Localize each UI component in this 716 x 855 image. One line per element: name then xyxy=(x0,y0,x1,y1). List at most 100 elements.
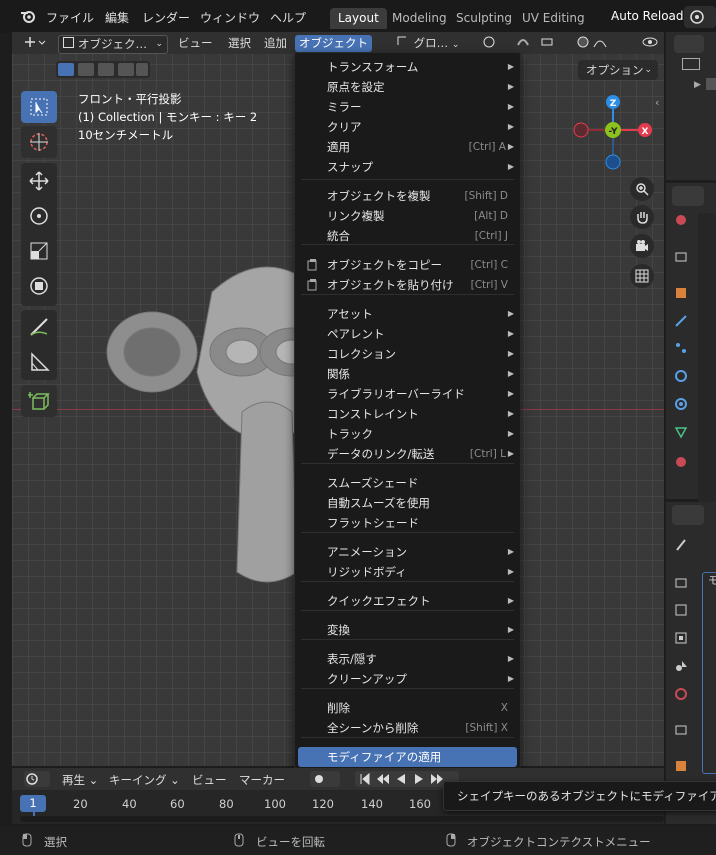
playback-menu[interactable]: 再生 ⌄ xyxy=(62,772,98,788)
auto-reload-label[interactable]: Auto Reload xyxy=(611,9,684,23)
properties-editor-type-lower[interactable] xyxy=(672,505,704,525)
view-layer-icon[interactable] xyxy=(671,628,691,648)
tool-rotate[interactable] xyxy=(21,200,57,232)
menu-render[interactable]: レンダー xyxy=(142,9,190,26)
tool-scale[interactable] xyxy=(21,235,57,267)
menu-item[interactable]: トラック ▶ xyxy=(295,424,520,444)
options-dropdown[interactable]: オプション ⌄ xyxy=(578,60,658,80)
menu-item[interactable]: リンク複製 [Alt] D xyxy=(295,206,520,226)
menu-item[interactable]: 全シーンから削除 [Shift] X xyxy=(295,718,520,738)
timeline-editor-type[interactable] xyxy=(24,771,50,787)
tool-measure[interactable] xyxy=(21,346,57,378)
menu-item[interactable]: リジッドボディ ▶ xyxy=(295,562,520,582)
menu-item[interactable]: 自動スムーズを使用 xyxy=(295,493,520,513)
material-icon[interactable] xyxy=(671,452,691,472)
tool-annotate[interactable] xyxy=(21,311,57,343)
timeline-scrollbar[interactable] xyxy=(20,816,664,822)
menu-view[interactable]: ビュー xyxy=(174,35,217,52)
render-icon[interactable] xyxy=(671,572,691,592)
output-properties-icon[interactable] xyxy=(671,247,691,267)
select-subtract-icon[interactable] xyxy=(98,63,114,76)
menu-item[interactable]: オブジェクトを複製 [Shift] D xyxy=(295,186,520,206)
menu-item[interactable]: 削除 X xyxy=(295,698,520,718)
menu-item[interactable]: トランスフォーム ▶ xyxy=(295,57,520,77)
menu-object[interactable]: オブジェクト xyxy=(295,35,372,52)
select-invert-icon[interactable] xyxy=(118,63,134,76)
outliner-editor-type[interactable] xyxy=(674,35,704,53)
select-extend-icon[interactable] xyxy=(78,63,94,76)
tab-sculpting[interactable]: Sculpting xyxy=(448,8,520,29)
menu-item[interactable]: 変換 ▶ xyxy=(295,620,520,640)
ortho-toggle-button[interactable] xyxy=(630,264,654,288)
menu-item[interactable]: ライブラリオーバーライド ▶ xyxy=(295,384,520,404)
pan-view-button[interactable] xyxy=(630,205,654,229)
menu-item[interactable]: ペアレント ▶ xyxy=(295,324,520,344)
menu-select[interactable]: 選択 xyxy=(224,35,255,52)
physics-icon[interactable] xyxy=(671,366,691,386)
menu-file[interactable]: ファイル xyxy=(46,9,94,26)
tool-transform[interactable] xyxy=(21,270,57,302)
tool-move[interactable] xyxy=(21,165,57,197)
tool-settings-icon[interactable] xyxy=(671,535,691,555)
world-icon[interactable] xyxy=(671,684,691,704)
visibility-icon[interactable] xyxy=(638,35,670,52)
menu-add[interactable]: 追加 xyxy=(260,35,291,52)
scene-props-icon[interactable] xyxy=(671,656,691,676)
menu-item[interactable]: クリア ▶ xyxy=(295,117,520,137)
auto-keying-toggle[interactable] xyxy=(310,771,340,787)
menu-item[interactable]: クリーンアップ ▶ xyxy=(295,669,520,689)
output-icon[interactable] xyxy=(671,600,691,620)
tool-add-cube[interactable] xyxy=(21,385,57,417)
menu-window[interactable]: ウィンドウ xyxy=(200,9,260,26)
mode-selector[interactable]: オブジェク… ⌄ xyxy=(58,35,168,54)
menu-item[interactable]: ミラー ▶ xyxy=(295,97,520,117)
menu-item[interactable]: コンストレイント ▶ xyxy=(295,404,520,424)
tab-modeling[interactable]: Modeling xyxy=(384,8,455,29)
particles-icon[interactable] xyxy=(671,338,691,358)
navigation-gizmo[interactable]: Z X -Y xyxy=(570,90,660,170)
render-properties-icon[interactable] xyxy=(671,210,691,230)
data-properties-icon[interactable] xyxy=(671,422,691,442)
zoom-view-button[interactable] xyxy=(630,177,654,201)
scene-selector[interactable] xyxy=(684,6,716,28)
menu-item[interactable]: 関係 ▶ xyxy=(295,364,520,384)
expand-triangle-icon[interactable]: ▶ xyxy=(694,80,701,90)
marker-menu[interactable]: マーカー xyxy=(239,772,285,788)
menu-item[interactable]: 適用 [Ctrl] A ▶ xyxy=(295,137,520,157)
menu-item[interactable]: フラットシェード xyxy=(295,513,520,533)
constraints-icon[interactable] xyxy=(671,394,691,414)
menu-item-apply-modifiers[interactable]: モディファイアの適用 xyxy=(298,747,517,767)
camera-view-button[interactable] xyxy=(630,234,654,258)
menu-item[interactable]: アニメーション ▶ xyxy=(295,542,520,562)
select-new-icon[interactable] xyxy=(58,63,74,76)
collection-props-icon[interactable] xyxy=(671,720,691,740)
menu-item[interactable]: オブジェクトを貼り付け [Ctrl] V xyxy=(295,275,520,295)
menu-item[interactable]: 原点を設定 ▶ xyxy=(295,77,520,97)
blender-logo-icon[interactable] xyxy=(20,9,36,26)
object-props-icon[interactable] xyxy=(671,756,691,776)
menu-item[interactable]: アセット ▶ xyxy=(295,304,520,324)
object-properties-icon[interactable] xyxy=(671,283,691,303)
menu-item[interactable]: スナップ ▶ xyxy=(295,157,520,177)
menu-item[interactable]: コレクション ▶ xyxy=(295,344,520,364)
keying-menu[interactable]: キーイング ⌄ xyxy=(109,772,180,788)
tab-uv-editing[interactable]: UV Editing xyxy=(514,8,593,29)
pivot-point-icon[interactable] xyxy=(478,35,516,52)
menu-item[interactable]: データのリンク/転送 [Ctrl] L ▶ xyxy=(295,444,520,464)
menu-item[interactable]: 統合 [Ctrl] J xyxy=(295,226,520,246)
current-frame-indicator[interactable]: 1 xyxy=(20,795,46,812)
menu-item[interactable]: クイックエフェクト ▶ xyxy=(295,591,520,611)
modifier-properties-icon[interactable] xyxy=(671,311,691,331)
tab-layout[interactable]: Layout xyxy=(330,8,387,29)
proportional-edit-icon[interactable] xyxy=(572,35,620,52)
menu-item[interactable]: スムーズシェード xyxy=(295,473,520,493)
select-intersect-icon[interactable] xyxy=(136,63,148,76)
editor-type-icon[interactable] xyxy=(20,35,50,52)
transform-orientation[interactable]: グロ… ⌄ xyxy=(392,35,463,52)
tool-cursor[interactable] xyxy=(21,126,57,158)
menu-item[interactable]: オブジェクトをコピー [Ctrl] C xyxy=(295,255,520,275)
menu-help[interactable]: ヘルプ xyxy=(270,9,306,26)
menu-item[interactable]: 表示/隠す ▶ xyxy=(295,649,520,669)
timeline-view-menu[interactable]: ビュー xyxy=(192,772,227,788)
menu-edit[interactable]: 編集 xyxy=(105,9,129,26)
